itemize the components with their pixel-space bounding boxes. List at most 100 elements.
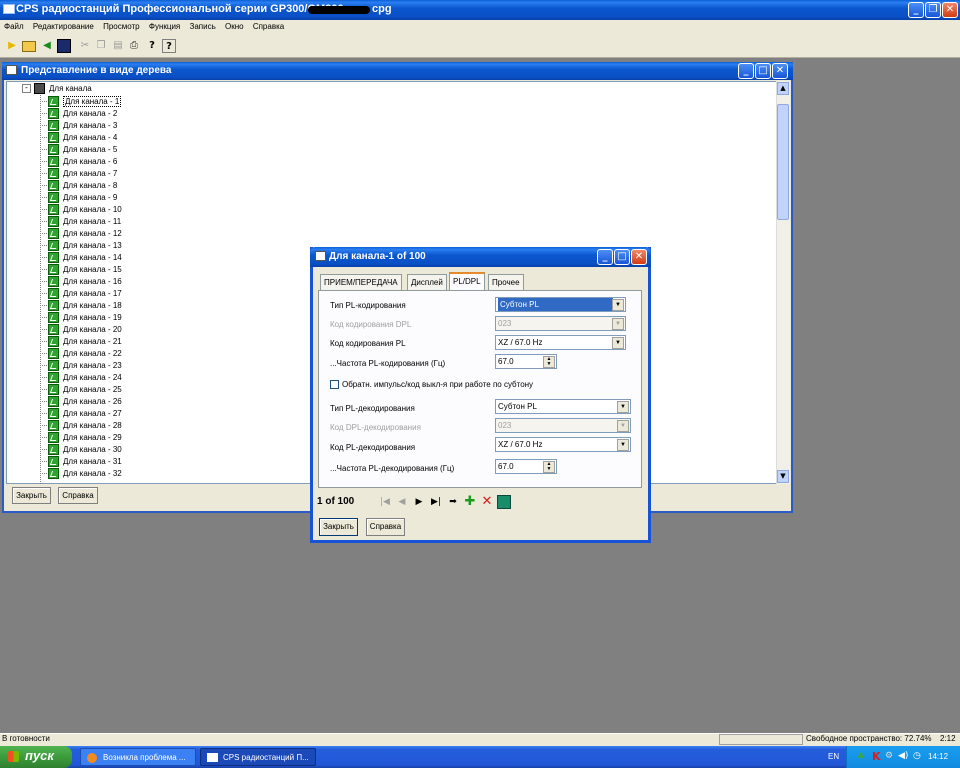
clock-icon[interactable]: ◷: [913, 751, 921, 761]
dialog-title-bar[interactable]: Для канала-1 of 100 _ □ ✕: [310, 247, 651, 267]
taskbar-clock[interactable]: 14:12: [928, 752, 948, 761]
tree-item[interactable]: Для канала - 16: [40, 275, 122, 287]
tree-item[interactable]: Для канала - 30: [40, 443, 122, 455]
tree-item[interactable]: Для канала - 29: [40, 431, 122, 443]
paste-icon[interactable]: ▤: [111, 39, 125, 53]
last-record-icon[interactable]: ▶|: [429, 495, 443, 509]
tree-item[interactable]: Для канала - 26: [40, 395, 122, 407]
tab-display[interactable]: Дисплей: [407, 274, 447, 290]
tree-expand-icon[interactable]: -: [22, 84, 31, 93]
pl-encode-freq-spin[interactable]: 67.0 ▲ ▼: [495, 354, 557, 369]
dpl-encode-code-combo[interactable]: 023 ▼: [495, 316, 626, 331]
volume-icon[interactable]: ◀): [898, 751, 908, 761]
tree-minimize-button[interactable]: _: [738, 63, 754, 79]
tree-item[interactable]: Для канала - 28: [40, 419, 122, 431]
menu-help[interactable]: Справка: [253, 22, 284, 31]
menu-edit[interactable]: Редактирование: [33, 22, 94, 31]
tree-close-button[interactable]: ✕: [772, 63, 788, 79]
chevron-down-icon[interactable]: ▼: [612, 299, 624, 311]
tree-close-btn[interactable]: Закрыть: [12, 487, 51, 504]
chevron-down-icon[interactable]: ▼: [617, 439, 629, 451]
tree-item[interactable]: Для канала - 21: [40, 335, 122, 347]
reverse-burst-checkbox[interactable]: [330, 380, 339, 389]
tree-item[interactable]: Для канала - 15: [40, 263, 122, 275]
tree-item[interactable]: Для канала - 4: [40, 131, 117, 143]
tree-item[interactable]: Для канала - 27: [40, 407, 122, 419]
tree-root-label[interactable]: Для канала: [49, 84, 92, 93]
network-icon[interactable]: ♣: [857, 752, 865, 762]
close-button[interactable]: ✕: [942, 2, 958, 18]
tree-item[interactable]: Для канала - 25: [40, 383, 122, 395]
dialog-maximize-button[interactable]: □: [614, 249, 630, 265]
tree-maximize-button[interactable]: □: [755, 63, 771, 79]
dialog-help-btn[interactable]: Справка: [366, 518, 405, 536]
tree-window-title-bar[interactable]: Представление в виде дерева _ □ ✕: [2, 62, 793, 80]
tree-item[interactable]: Для канала - 2: [40, 107, 117, 119]
language-indicator[interactable]: EN: [828, 752, 839, 761]
tree-item[interactable]: Для канала - 3: [40, 119, 117, 131]
scroll-thumb[interactable]: [777, 104, 789, 220]
tab-pl-dpl[interactable]: PL/DPL: [449, 272, 485, 291]
context-help-icon[interactable]: ?: [162, 39, 176, 53]
tree-item[interactable]: Для канала - 14: [40, 251, 122, 263]
taskbar-item-cps[interactable]: CPS радиостанций П...: [200, 748, 316, 766]
start-button[interactable]: пуск: [0, 746, 72, 768]
save-icon[interactable]: [57, 39, 71, 53]
reverse-burst-label[interactable]: Обратн. импульс/код выкл-я при работе по…: [342, 380, 533, 389]
tree-item[interactable]: Для канала - 8: [40, 179, 117, 191]
first-record-icon[interactable]: |◀: [378, 495, 392, 509]
taskbar-item-browser[interactable]: Возникла проблема ...: [80, 748, 196, 766]
dialog-close-button[interactable]: ✕: [631, 249, 647, 265]
spin-icon[interactable]: ▲ ▼: [543, 461, 555, 473]
pl-decode-code-combo[interactable]: XZ / 67.0 Hz ▼: [495, 437, 631, 452]
dpl-decode-code-combo[interactable]: 023 ▼: [495, 418, 631, 433]
add-record-icon[interactable]: ✚: [463, 495, 477, 509]
tree-item[interactable]: Для канала - 6: [40, 155, 117, 167]
tab-other[interactable]: Прочее: [488, 274, 524, 290]
tab-rx-tx[interactable]: ПРИЕМ/ПЕРЕДАЧА: [320, 274, 402, 290]
open-wizard-icon[interactable]: ▶: [5, 39, 19, 53]
tree-item[interactable]: Для канала - 1: [40, 95, 122, 107]
pl-encode-type-combo[interactable]: Субтон PL ▼: [495, 297, 626, 312]
chevron-down-icon[interactable]: ▼: [617, 401, 629, 413]
settings-icon[interactable]: ⚙: [885, 751, 893, 761]
pl-encode-code-combo[interactable]: XZ / 67.0 Hz ▼: [495, 335, 626, 350]
menu-view[interactable]: Просмотр: [103, 22, 140, 31]
cut-icon[interactable]: ✂: [78, 39, 92, 53]
tree-item[interactable]: Для канала - 12: [40, 227, 122, 239]
copy-icon[interactable]: ❐: [94, 39, 108, 53]
dialog-minimize-button[interactable]: _: [597, 249, 613, 265]
tree-help-btn[interactable]: Справка: [58, 487, 98, 504]
scroll-up-icon[interactable]: ▲: [777, 82, 789, 95]
tree-item[interactable]: Для канала - 18: [40, 299, 122, 311]
tree-item[interactable]: Для канала - 9: [40, 191, 117, 203]
menu-function[interactable]: Функция: [149, 22, 180, 31]
print-icon[interactable]: ⎙: [127, 39, 141, 53]
table-view-icon[interactable]: [497, 495, 511, 509]
menu-file[interactable]: Файл: [4, 22, 24, 31]
tree-item[interactable]: Для канала - 10: [40, 203, 122, 215]
tree-item[interactable]: Для канала - 19: [40, 311, 122, 323]
minimize-button[interactable]: _: [908, 2, 924, 18]
chevron-down-icon[interactable]: ▼: [617, 420, 629, 432]
tree-item[interactable]: Для канала - 32: [40, 467, 122, 479]
menu-record[interactable]: Запись: [190, 22, 216, 31]
tree-item[interactable]: Для канала - 17: [40, 287, 122, 299]
tree-item[interactable]: Для канала - 24: [40, 371, 122, 383]
pl-decode-freq-spin[interactable]: 67.0 ▲ ▼: [495, 459, 557, 474]
delete-record-icon[interactable]: ✕: [480, 495, 494, 509]
chevron-down-icon[interactable]: ▼: [612, 337, 624, 349]
chevron-down-icon[interactable]: ▼: [612, 318, 624, 330]
pl-decode-type-combo[interactable]: Субтон PL ▼: [495, 399, 631, 414]
tree-item[interactable]: Для канала - 13: [40, 239, 122, 251]
spin-icon[interactable]: ▲ ▼: [543, 356, 555, 368]
open-folder-icon[interactable]: [22, 41, 36, 52]
restore-button[interactable]: ❐: [925, 2, 941, 18]
tree-item[interactable]: Для канала - 23: [40, 359, 122, 371]
tree-item[interactable]: Для канала - 31: [40, 455, 122, 467]
goto-record-icon[interactable]: ➡: [446, 495, 460, 509]
tree-item[interactable]: Для канала - 7: [40, 167, 117, 179]
prev-record-icon[interactable]: ◀: [395, 495, 409, 509]
tree-item[interactable]: Для канала - 22: [40, 347, 122, 359]
help-icon[interactable]: ?: [145, 39, 159, 53]
